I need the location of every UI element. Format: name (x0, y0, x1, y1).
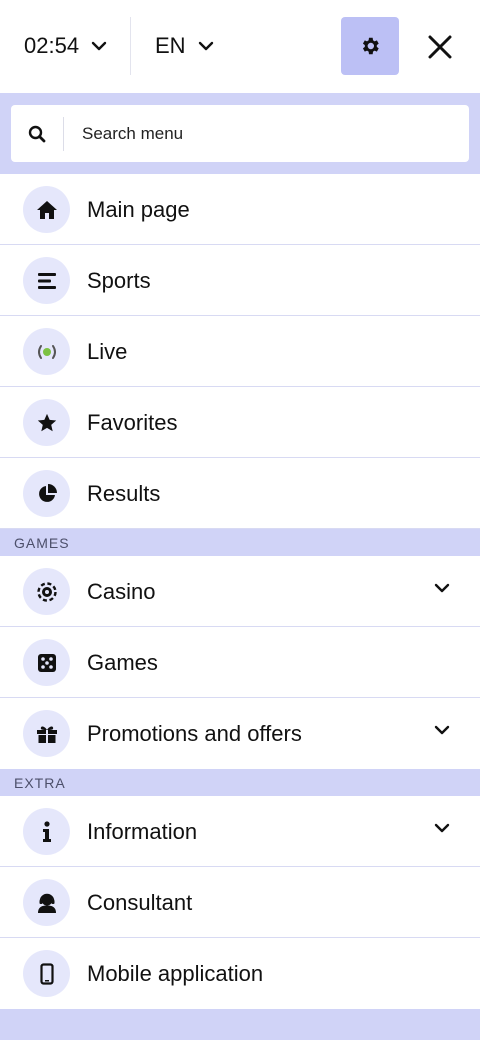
menu-item-sports[interactable]: Sports (0, 245, 480, 316)
section-header-extra: EXTRA (0, 769, 480, 796)
menu-item-label: Games (87, 650, 158, 675)
top-bar: 02:54 EN (0, 0, 480, 93)
language-dropdown[interactable]: EN (155, 33, 214, 59)
menu-item-label: Mobile application (87, 961, 264, 986)
consultant-icon (23, 879, 70, 926)
info-icon (23, 808, 70, 855)
menu-item-favorites[interactable]: Favorites (0, 387, 480, 458)
menu-item-mobile-application[interactable]: Mobile application (0, 938, 480, 1009)
menu-item-label: Results (87, 481, 161, 506)
chevron-down-icon[interactable] (434, 823, 450, 833)
dice-icon (23, 639, 70, 686)
search-box (11, 105, 469, 162)
header-divider (130, 17, 131, 75)
menu-item-casino[interactable]: Casino (0, 556, 480, 627)
menu-item-label: Live (87, 339, 128, 364)
chevron-down-icon[interactable] (434, 583, 450, 593)
menu-item-label: Casino (87, 579, 156, 604)
close-button[interactable] (420, 27, 460, 67)
gift-icon (23, 710, 70, 757)
star-icon (23, 399, 70, 446)
home-icon (23, 186, 70, 233)
menu-item-label: Consultant (87, 890, 193, 915)
mobile-phone-icon (23, 950, 70, 997)
menu-item-label: Main page (87, 197, 190, 222)
gear-icon (359, 35, 381, 57)
menu-item-label: Promotions and offers (87, 721, 302, 746)
chevron-down-icon (198, 41, 214, 51)
menu-bottom-spacer (0, 1009, 480, 1040)
menu-item-information[interactable]: Information (0, 796, 480, 867)
menu-item-promotions[interactable]: Promotions and offers (0, 698, 480, 769)
menu-item-games[interactable]: Games (0, 627, 480, 698)
search-icon (11, 125, 63, 143)
live-broadcast-icon (23, 328, 70, 375)
menu-item-main-page[interactable]: Main page (0, 174, 480, 245)
pie-chart-icon (23, 470, 70, 517)
menu-item-label: Favorites (87, 410, 178, 435)
time-dropdown[interactable]: 02:54 (24, 33, 107, 59)
search-bar (0, 93, 480, 174)
close-icon (428, 35, 452, 59)
menu-item-label: Sports (87, 268, 151, 293)
settings-button[interactable] (341, 17, 399, 75)
chevron-down-icon (91, 41, 107, 51)
language-value: EN (155, 33, 186, 58)
section-header-games: GAMES (0, 529, 480, 556)
search-input[interactable] (82, 123, 442, 144)
menu-item-label: Information (87, 819, 198, 844)
search-divider (63, 116, 64, 151)
chevron-down-icon[interactable] (434, 725, 450, 735)
time-value: 02:54 (24, 33, 80, 58)
menu-item-live[interactable]: Live (0, 316, 480, 387)
menu-item-consultant[interactable]: Consultant (0, 867, 480, 938)
casino-chip-icon (23, 568, 70, 615)
sports-list-icon (23, 257, 70, 304)
menu-item-results[interactable]: Results (0, 458, 480, 529)
